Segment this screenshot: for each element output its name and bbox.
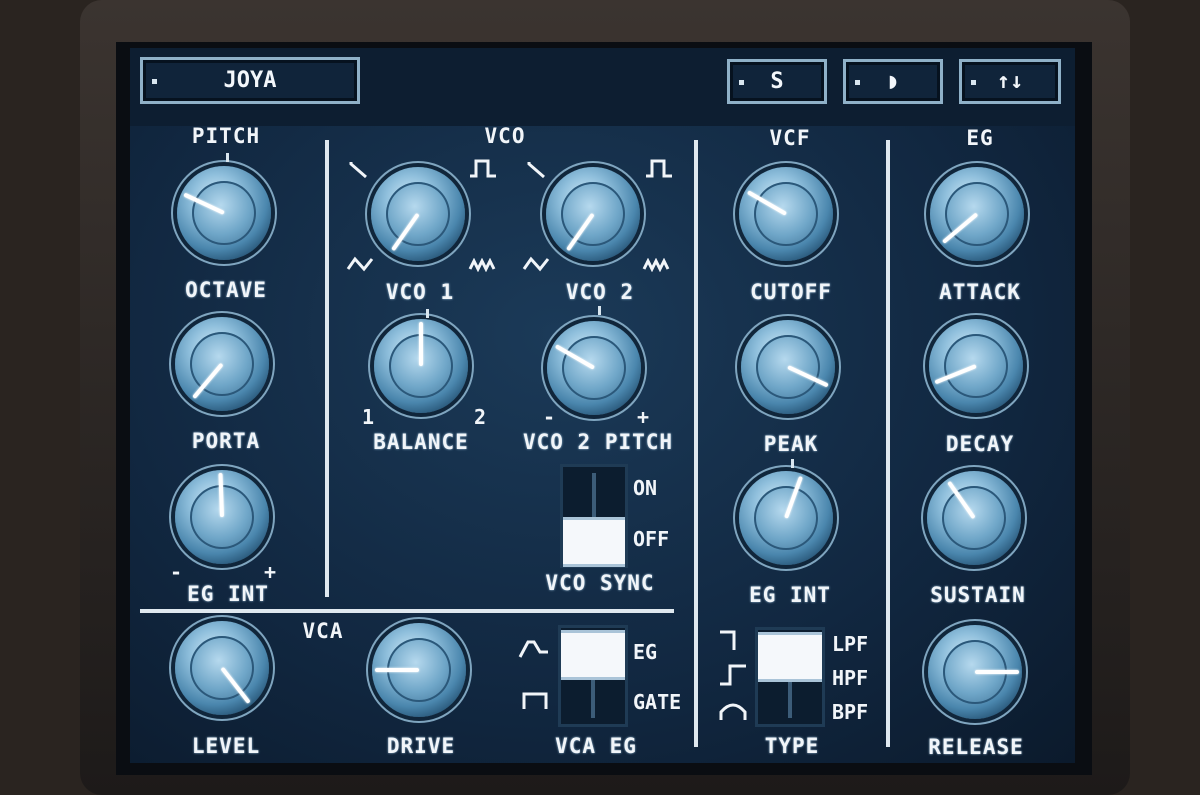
type-handle[interactable] xyxy=(758,632,822,682)
plus-mark: + xyxy=(263,560,277,584)
type-lpf-label: LPF xyxy=(832,632,869,656)
tick-mark xyxy=(226,153,229,162)
peak-knob[interactable] xyxy=(741,320,835,414)
minus-mark: - xyxy=(542,405,556,429)
pitch-eg-int-knob[interactable] xyxy=(175,470,269,564)
vco1-knob[interactable] xyxy=(371,167,465,261)
level-knob[interactable] xyxy=(175,621,269,715)
bullet-icon xyxy=(739,79,744,85)
up-down-button[interactable]: ↑↓ xyxy=(959,59,1061,104)
vca-eg-switch[interactable] xyxy=(558,625,628,727)
bullet-icon xyxy=(855,79,860,85)
vco2-pitch-label: VCO 2 PITCH xyxy=(522,430,674,454)
section-pitch-title: PITCH xyxy=(191,124,261,148)
saw-wave-icon xyxy=(349,162,367,179)
gate-shape-icon xyxy=(522,692,548,709)
minus-mark: - xyxy=(169,560,183,584)
bullet-icon xyxy=(152,78,157,84)
section-eg-title: EG xyxy=(966,126,994,150)
vco1-label: VCO 1 xyxy=(385,280,455,304)
divider-pitch-vco xyxy=(325,140,329,597)
half-moon-icon: ◗ xyxy=(886,69,900,94)
square-wave-icon xyxy=(646,159,672,178)
preset-name-button[interactable]: JOYA xyxy=(140,57,360,104)
release-knob[interactable] xyxy=(928,625,1022,719)
lowpass-filter-icon xyxy=(720,630,736,650)
noise-wave-icon xyxy=(468,258,496,272)
divider-vcf-eg xyxy=(886,140,890,747)
vco2-pitch-knob[interactable] xyxy=(547,321,641,415)
up-down-arrows-icon: ↑↓ xyxy=(996,69,1024,94)
vco-sync-label: VCO SYNC xyxy=(545,571,655,595)
saw-wave-icon xyxy=(527,162,545,179)
section-vco-title: VCO xyxy=(484,124,526,148)
save-label: S xyxy=(770,69,784,94)
balance-2-mark: 2 xyxy=(473,405,487,429)
tick-mark xyxy=(426,309,429,318)
highpass-filter-icon xyxy=(720,664,746,686)
section-vca-title: VCA xyxy=(302,619,344,643)
decay-label: DECAY xyxy=(945,432,1015,456)
type-bpf-label: BPF xyxy=(832,700,869,724)
tick-mark xyxy=(598,306,601,315)
triangle-wave-icon xyxy=(346,256,374,272)
cutoff-label: CUTOFF xyxy=(750,280,832,304)
display-button[interactable]: ◗ xyxy=(843,59,943,104)
release-label: RELEASE xyxy=(928,735,1024,759)
level-label: LEVEL xyxy=(191,734,261,758)
vca-eg-gate-label: GATE xyxy=(633,690,682,714)
peak-label: PEAK xyxy=(763,432,819,456)
vco2-knob[interactable] xyxy=(546,167,640,261)
cutoff-knob[interactable] xyxy=(739,167,833,261)
vco-sync-off-label: OFF xyxy=(633,527,670,551)
porta-knob[interactable] xyxy=(175,317,269,411)
balance-label: BALANCE xyxy=(373,430,469,454)
vco-sync-on-label: ON xyxy=(633,476,658,500)
section-vcf-title: VCF xyxy=(769,126,811,150)
porta-label: PORTA xyxy=(191,429,261,453)
vca-eg-eg-label: EG xyxy=(633,640,658,664)
noise-wave-icon xyxy=(642,258,670,272)
type-switch[interactable] xyxy=(755,627,825,727)
type-hpf-label: HPF xyxy=(832,666,869,690)
balance-1-mark: 1 xyxy=(361,405,375,429)
plus-mark: + xyxy=(636,405,650,429)
vca-eg-handle[interactable] xyxy=(561,630,625,680)
bullet-icon xyxy=(971,79,976,85)
square-wave-icon xyxy=(470,159,496,178)
drive-knob[interactable] xyxy=(372,623,466,717)
pitch-eg-int-label: EG INT xyxy=(187,582,269,606)
attack-label: ATTACK xyxy=(939,280,1021,304)
vco-sync-handle[interactable] xyxy=(563,517,625,567)
save-button[interactable]: S xyxy=(727,59,827,104)
envelope-shape-icon xyxy=(518,640,548,658)
balance-knob[interactable] xyxy=(374,319,468,413)
vco2-label: VCO 2 xyxy=(565,280,635,304)
vco-sync-switch[interactable] xyxy=(560,464,628,568)
octave-knob[interactable] xyxy=(177,166,271,260)
triangle-wave-icon xyxy=(522,256,550,272)
divider-vco-vcf xyxy=(694,140,698,747)
vcf-eg-int-label: EG INT xyxy=(749,583,831,607)
decay-knob[interactable] xyxy=(929,319,1023,413)
drive-label: DRIVE xyxy=(386,734,456,758)
preset-name: JOYA xyxy=(223,68,277,93)
sustain-knob[interactable] xyxy=(927,471,1021,565)
bandpass-filter-icon xyxy=(719,703,747,720)
octave-label: OCTAVE xyxy=(185,278,267,302)
attack-knob[interactable] xyxy=(930,167,1024,261)
vcf-eg-int-knob[interactable] xyxy=(739,471,833,565)
divider-vca xyxy=(140,609,674,613)
vca-eg-label: VCA EG xyxy=(555,734,637,758)
sustain-label: SUSTAIN xyxy=(930,583,1026,607)
tick-mark xyxy=(791,459,794,468)
type-label: TYPE xyxy=(764,734,820,758)
